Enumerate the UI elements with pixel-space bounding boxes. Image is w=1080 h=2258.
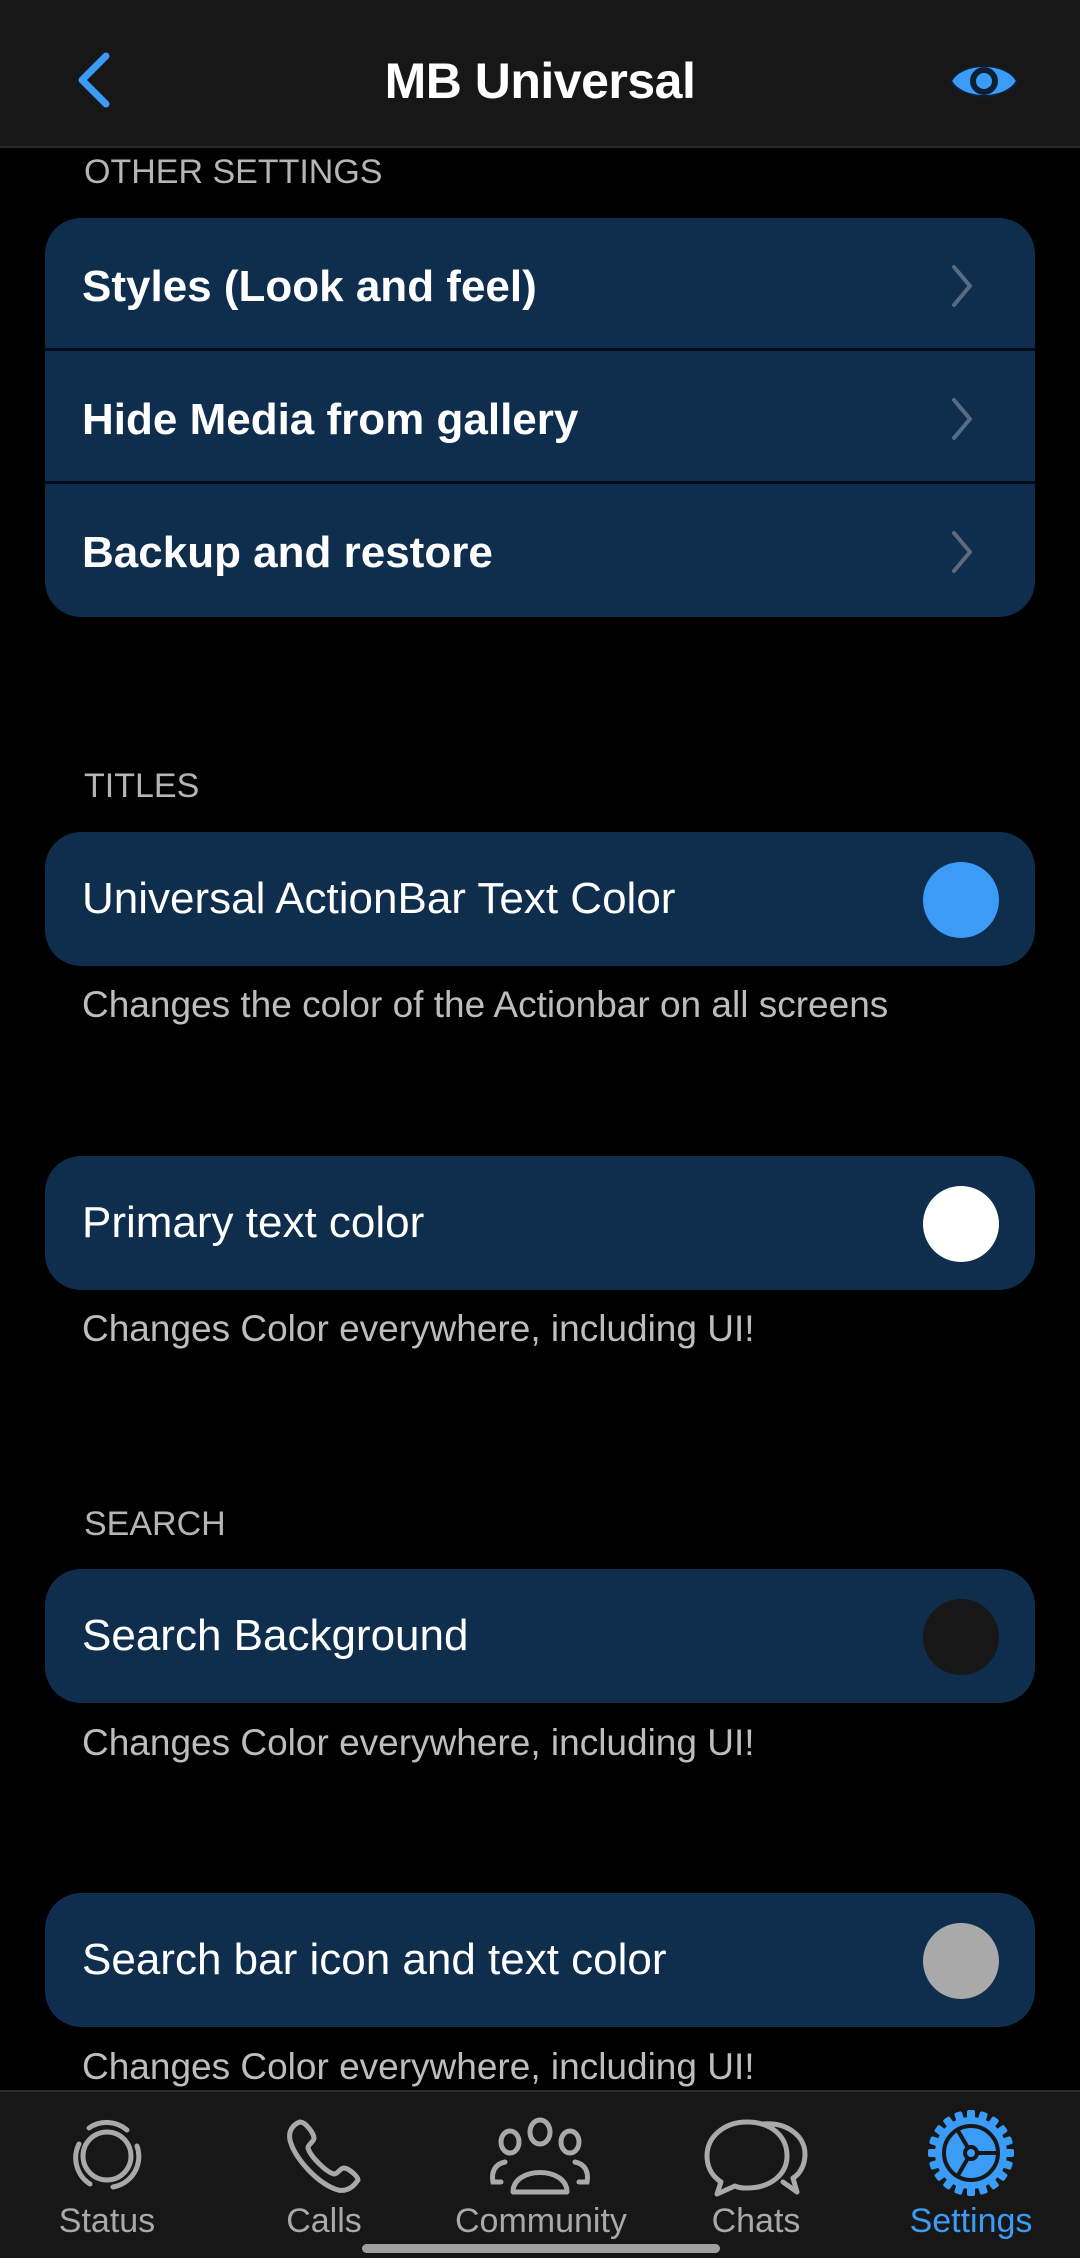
- color-swatch[interactable]: [923, 1186, 999, 1262]
- tab-label: Community: [455, 2202, 627, 2240]
- eye-icon: [949, 65, 1019, 97]
- page-title: MB Universal: [384, 53, 696, 109]
- color-row-label: Search bar icon and text color: [82, 1935, 667, 1984]
- color-row-label: Universal ActionBar Text Color: [82, 874, 676, 923]
- tab-community[interactable]: Community: [455, 2092, 627, 2258]
- chevron-right-icon: [952, 531, 972, 573]
- color-row-description: Changes Color everywhere, including UI!: [82, 2046, 755, 2087]
- action-bar: MB Universal: [0, 0, 1080, 148]
- nav-row-label: Hide Media from gallery: [82, 395, 579, 444]
- chat-bubbles-icon: [704, 2119, 808, 2197]
- gear-icon: [928, 2110, 1014, 2196]
- community-icon: [490, 2117, 590, 2195]
- color-row-description: Changes Color everywhere, including UI!: [82, 1722, 755, 1763]
- color-row-description: Changes the color of the Actionbar on al…: [82, 984, 889, 1025]
- tab-status[interactable]: Status: [22, 2092, 192, 2258]
- section-header-search: SEARCH: [84, 1505, 226, 1543]
- color-row-description: Changes Color everywhere, including UI!: [82, 1308, 755, 1349]
- nav-row-hide-media[interactable]: Hide Media from gallery: [45, 351, 1035, 484]
- color-row-label: Primary text color: [82, 1198, 425, 1247]
- color-row-label: Search Background: [82, 1611, 469, 1660]
- nav-row-label: Backup and restore: [82, 528, 493, 577]
- nav-row-backup-restore[interactable]: Backup and restore: [45, 484, 1035, 617]
- preview-button[interactable]: [948, 55, 1020, 107]
- tab-label: Chats: [711, 2202, 801, 2240]
- status-icon: [73, 2119, 142, 2190]
- phone-icon: [287, 2119, 361, 2193]
- nav-row-styles[interactable]: Styles (Look and feel): [45, 218, 1035, 351]
- section-header-other-settings: OTHER SETTINGS: [84, 153, 383, 191]
- other-settings-card: Styles (Look and feel) Hide Media from g…: [45, 218, 1035, 617]
- tab-chats[interactable]: Chats: [671, 2092, 841, 2258]
- tab-label: Calls: [286, 2202, 362, 2240]
- color-swatch[interactable]: [923, 1599, 999, 1675]
- chevron-right-icon: [952, 398, 972, 440]
- color-swatch[interactable]: [923, 1923, 999, 1999]
- tab-calls[interactable]: Calls: [239, 2092, 409, 2258]
- home-indicator[interactable]: [362, 2244, 720, 2253]
- bottom-tab-bar: Status Calls Community Chats Settings: [0, 2090, 1080, 2258]
- color-row-actionbar-text[interactable]: Universal ActionBar Text Color: [45, 832, 1035, 966]
- tab-label: Status: [58, 2202, 156, 2240]
- nav-row-label: Styles (Look and feel): [82, 262, 537, 311]
- color-swatch[interactable]: [923, 862, 999, 938]
- section-header-titles: TITLES: [84, 767, 200, 805]
- color-row-primary-text[interactable]: Primary text color: [45, 1156, 1035, 1290]
- tab-label: Settings: [909, 2202, 1033, 2240]
- chevron-right-icon: [952, 265, 972, 307]
- color-row-search-background[interactable]: Search Background: [45, 1569, 1035, 1703]
- color-row-search-bar-icon-text[interactable]: Search bar icon and text color: [45, 1893, 1035, 2027]
- tab-settings[interactable]: Settings: [886, 2092, 1056, 2258]
